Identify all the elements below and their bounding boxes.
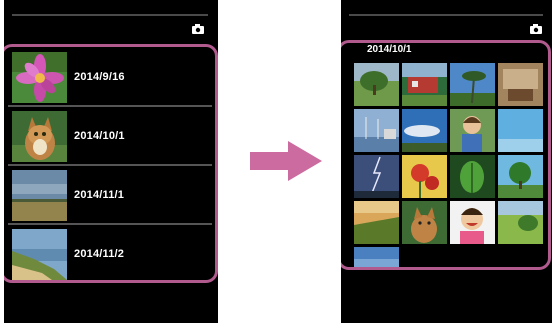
field-landscape-thumbnail [12,170,67,221]
list-item-date: 2014/10/1 [74,130,125,142]
hill-sunset-thumbnail[interactable] [354,201,399,244]
tree-field-thumbnail[interactable] [354,63,399,106]
arrow-right-icon [250,141,322,181]
blue-sky-thumbnail[interactable] [498,109,543,152]
list-item[interactable]: 2014/10/1 [8,107,212,166]
list-item-date: 2014/11/2 [74,248,125,260]
camera-icon[interactable] [530,24,542,34]
green-tree-thumbnail[interactable] [498,155,543,198]
coast-landscape-thumbnail [12,229,67,280]
harbor-sailboats-thumbnail[interactable] [354,109,399,152]
status-divider [349,14,543,16]
list-item[interactable]: 2014/11/2 [8,225,212,284]
group-date-label: 2014/10/1 [367,44,412,55]
lightning-storm-thumbnail[interactable] [354,155,399,198]
child-portrait-thumbnail[interactable] [450,109,495,152]
green-plant-thumbnail[interactable] [450,155,495,198]
list-item[interactable]: 2014/9/16 [8,48,212,107]
smiling-child-thumbnail[interactable] [450,201,495,244]
palm-sky-thumbnail[interactable] [450,63,495,106]
list-item-date: 2014/9/16 [74,71,125,83]
list-view-screen: 2014/9/16 2014/10/1 2014/11/1 2014/11/2 [4,0,218,323]
list-item-date: 2014/11/1 [74,189,125,201]
camera-icon[interactable] [192,24,204,34]
cat-thumbnail [12,111,67,162]
date-list: 2014/9/16 2014/10/1 2014/11/1 2014/11/2 [8,48,212,284]
status-divider [12,14,208,16]
grid-view-screen: 2014/10/1 [341,0,552,323]
green-landscape-thumbnail[interactable] [498,201,543,244]
list-item[interactable]: 2014/11/1 [8,166,212,225]
pink-flower-thumbnail [12,52,67,103]
building-red-thumbnail[interactable] [402,63,447,106]
room-interior-thumbnail[interactable] [498,63,543,106]
red-flowers-thumbnail[interactable] [402,155,447,198]
blue-sky-partial-thumbnail[interactable] [354,247,399,267]
sky-clouds-thumbnail[interactable] [402,109,447,152]
cat-thumbnail[interactable] [402,201,447,244]
